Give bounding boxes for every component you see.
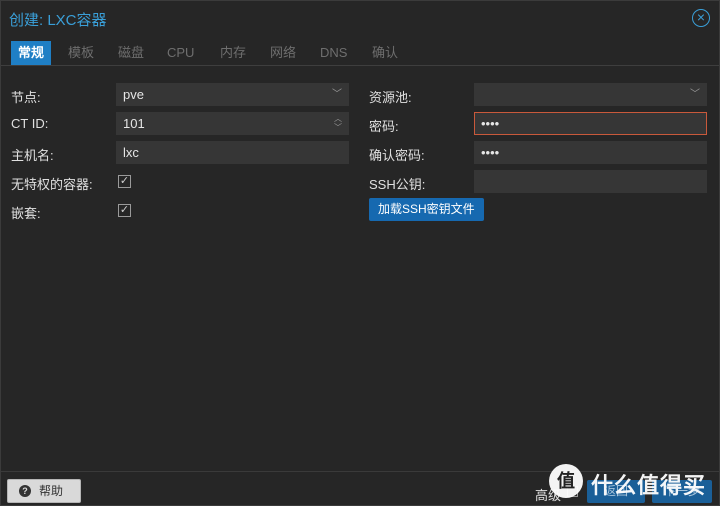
wizard-tabs: 常规 模板 磁盘 CPU 内存 网络 DNS 确认 — [1, 41, 719, 66]
hostname-label: 主机名: — [11, 148, 54, 163]
tab-network[interactable]: 网络 — [263, 41, 303, 65]
dialog-title: 创建: LXC容器 — [9, 12, 107, 29]
tab-confirm[interactable]: 确认 — [365, 41, 405, 65]
confirm-password-field[interactable]: •••• — [474, 141, 707, 164]
lxc-create-dialog: 创建: LXC容器 × 常规 模板 磁盘 CPU 内存 网络 DNS 确认 节点… — [0, 0, 720, 506]
ctid-value: 101 — [123, 116, 145, 131]
node-select[interactable]: pve ﹀ — [116, 83, 349, 106]
load-ssh-key-button[interactable]: 加载SSH密钥文件 — [369, 198, 484, 221]
dialog-titlebar: 创建: LXC容器 × — [1, 1, 719, 37]
tab-cpu[interactable]: CPU — [160, 41, 201, 65]
next-button[interactable]: 下一步 — [652, 480, 712, 503]
hostname-value: lxc — [123, 145, 139, 160]
unprivileged-label: 无特权的容器: — [11, 177, 93, 192]
hostname-input[interactable]: lxc — [116, 141, 349, 164]
question-icon: ? — [19, 485, 31, 497]
password-value: •••• — [481, 116, 500, 131]
confirm-password-value: •••• — [481, 145, 500, 160]
ssh-key-input[interactable] — [474, 170, 707, 193]
unprivileged-checkbox[interactable]: ✓ — [118, 175, 131, 188]
help-label: 帮助 — [39, 484, 64, 498]
ssh-key-label: SSH公钥: — [369, 177, 426, 192]
chevron-down-icon[interactable]: ﹀ — [332, 84, 342, 105]
pool-select[interactable]: ﹀ — [474, 83, 707, 106]
nesting-label: 嵌套: — [11, 206, 41, 221]
password-label: 密码: — [369, 119, 399, 134]
general-form: 节点: pve ﹀ CT ID: 101 ︿ ﹀ 主机名: lxc 无特权的容器:… — [1, 67, 719, 471]
tab-memory[interactable]: 内存 — [213, 41, 253, 65]
confirm-password-label: 确认密码: — [369, 148, 425, 163]
node-label: 节点: — [11, 90, 41, 105]
advanced-checkbox[interactable] — [567, 486, 578, 497]
tab-disks[interactable]: 磁盘 — [111, 41, 151, 65]
spinner-icon[interactable]: ︿ ﹀ — [334, 114, 342, 132]
node-value: pve — [123, 87, 144, 102]
ctid-label: CT ID: — [11, 116, 49, 131]
nesting-checkbox[interactable]: ✓ — [118, 204, 131, 217]
dialog-footer: ? 帮助 高级 返回 下一步 — [1, 471, 719, 505]
pool-label: 资源池: — [369, 90, 412, 105]
chevron-down-icon[interactable]: ﹀ — [690, 84, 700, 105]
help-button[interactable]: ? 帮助 — [7, 479, 81, 503]
tab-general[interactable]: 常规 — [11, 41, 52, 65]
advanced-label: 高级 — [535, 488, 562, 503]
close-icon[interactable]: × — [692, 9, 710, 27]
password-field[interactable]: •••• — [474, 112, 707, 135]
ctid-input[interactable]: 101 ︿ ﹀ — [116, 112, 349, 135]
tab-dns[interactable]: DNS — [313, 41, 354, 65]
back-button[interactable]: 返回 — [587, 480, 645, 503]
tab-template[interactable]: 模板 — [61, 41, 101, 65]
